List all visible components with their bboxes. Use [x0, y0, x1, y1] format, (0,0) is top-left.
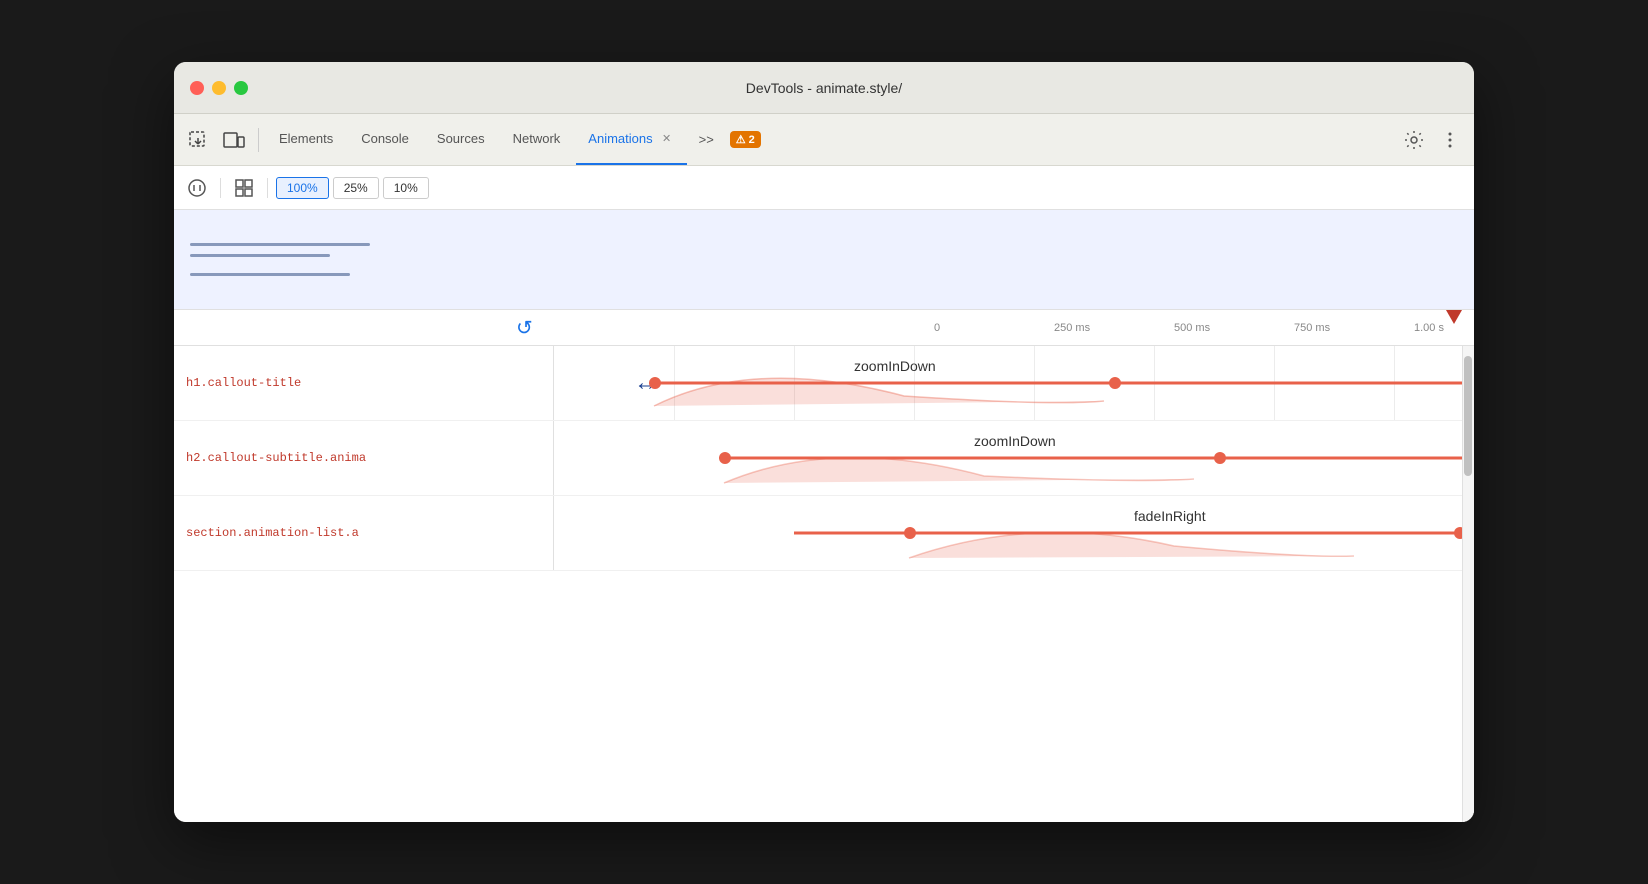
tick-250ms: 250 ms — [1054, 310, 1090, 345]
anim-dot-start-3 — [904, 527, 916, 539]
anim-row-3: section.animation-list.a — [174, 496, 1474, 571]
speed-25-button[interactable]: 25% — [333, 177, 379, 199]
devtools-body: 100% 25% 10% ↺ 0 — [174, 166, 1474, 822]
anim-dot-start-1 — [649, 377, 661, 389]
tab-elements[interactable]: Elements — [267, 114, 345, 165]
anim-dot-end-1 — [1109, 377, 1121, 389]
animation-rows: h1.callout-title ↔ — [174, 346, 1474, 822]
anim-bar-3 — [794, 532, 1462, 535]
preview-line-2 — [190, 254, 330, 257]
inspect-element-icon[interactable] — [182, 124, 214, 156]
toolbar-divider — [258, 128, 259, 152]
more-tabs-button[interactable]: >> — [691, 128, 722, 151]
traffic-lights — [190, 81, 248, 95]
anim-row-1: h1.callout-title ↔ — [174, 346, 1474, 421]
window-title: DevTools - animate.style/ — [746, 80, 902, 96]
playhead — [1446, 310, 1462, 324]
tick-1s: 1.00 s — [1414, 310, 1444, 345]
tab-bar: Elements Console Sources Network Animati… — [174, 114, 1474, 166]
anim-bar-1 — [654, 382, 1462, 385]
tab-animations[interactable]: Animations ✕ — [576, 114, 686, 165]
anim-label-3[interactable]: section.animation-list.a — [174, 496, 554, 570]
tab-sources[interactable]: Sources — [425, 114, 497, 165]
maximize-button[interactable] — [234, 81, 248, 95]
anim-name-2: zoomInDown — [974, 433, 1056, 449]
anim-dot-end-2 — [1214, 452, 1226, 464]
reset-button[interactable]: ↺ — [516, 315, 533, 340]
device-toggle-icon[interactable] — [218, 124, 250, 156]
tab-console[interactable]: Console — [349, 114, 421, 165]
anim-toolbar-divider2 — [267, 178, 268, 198]
minimize-button[interactable] — [212, 81, 226, 95]
devtools-window: DevTools - animate.style/ Elements Conso… — [174, 62, 1474, 822]
preview-line-1 — [190, 243, 370, 246]
animations-panel: 100% 25% 10% ↺ 0 — [174, 166, 1474, 822]
titlebar: DevTools - animate.style/ — [174, 62, 1474, 114]
scrollbar-thumb[interactable] — [1464, 356, 1472, 476]
preview-line-3 — [190, 273, 350, 276]
warning-badge[interactable]: ⚠ 2 — [730, 131, 761, 148]
preview-area — [174, 210, 1474, 310]
anim-label-2[interactable]: h2.callout-subtitle.anima — [174, 421, 554, 495]
speed-100-button[interactable]: 100% — [276, 177, 329, 199]
grid-view-button[interactable] — [229, 173, 259, 203]
speed-10-button[interactable]: 10% — [383, 177, 429, 199]
anim-timeline-2: zoomInDown — [554, 421, 1474, 495]
anim-toolbar-divider — [220, 178, 221, 198]
close-button[interactable] — [190, 81, 204, 95]
animations-toolbar: 100% 25% 10% — [174, 166, 1474, 210]
timeline-area: ↺ 0 250 ms 500 ms 750 ms 1.00 s 1.25 s 1… — [174, 310, 1474, 822]
anim-dot-start-2 — [719, 452, 731, 464]
anim-row-2: h2.callout-subtitle.anima — [174, 421, 1474, 496]
tick-500ms: 500 ms — [1174, 310, 1210, 345]
menu-button[interactable] — [1434, 124, 1466, 156]
preview-content — [190, 243, 370, 276]
settings-button[interactable] — [1398, 124, 1430, 156]
tab-network[interactable]: Network — [501, 114, 573, 165]
tab-close-icon[interactable]: ✕ — [659, 131, 675, 147]
warning-icon: ⚠ — [736, 133, 746, 146]
tick-750ms: 750 ms — [1294, 310, 1330, 345]
time-ruler: ↺ 0 250 ms 500 ms 750 ms 1.00 s 1.25 s 1… — [174, 310, 1474, 346]
tick-0: 0 — [934, 310, 940, 345]
anim-name-1: zoomInDown — [854, 358, 936, 374]
anim-label-1[interactable]: h1.callout-title — [174, 346, 554, 420]
scrollbar[interactable] — [1462, 346, 1474, 822]
anim-name-3: fadeInRight — [1134, 508, 1206, 524]
pause-button[interactable] — [182, 173, 212, 203]
anim-timeline-3: fadeInRight — [554, 496, 1474, 570]
anim-timeline-1: ↔ zoomInDown — [554, 346, 1474, 420]
anim-bar-2 — [724, 457, 1462, 460]
